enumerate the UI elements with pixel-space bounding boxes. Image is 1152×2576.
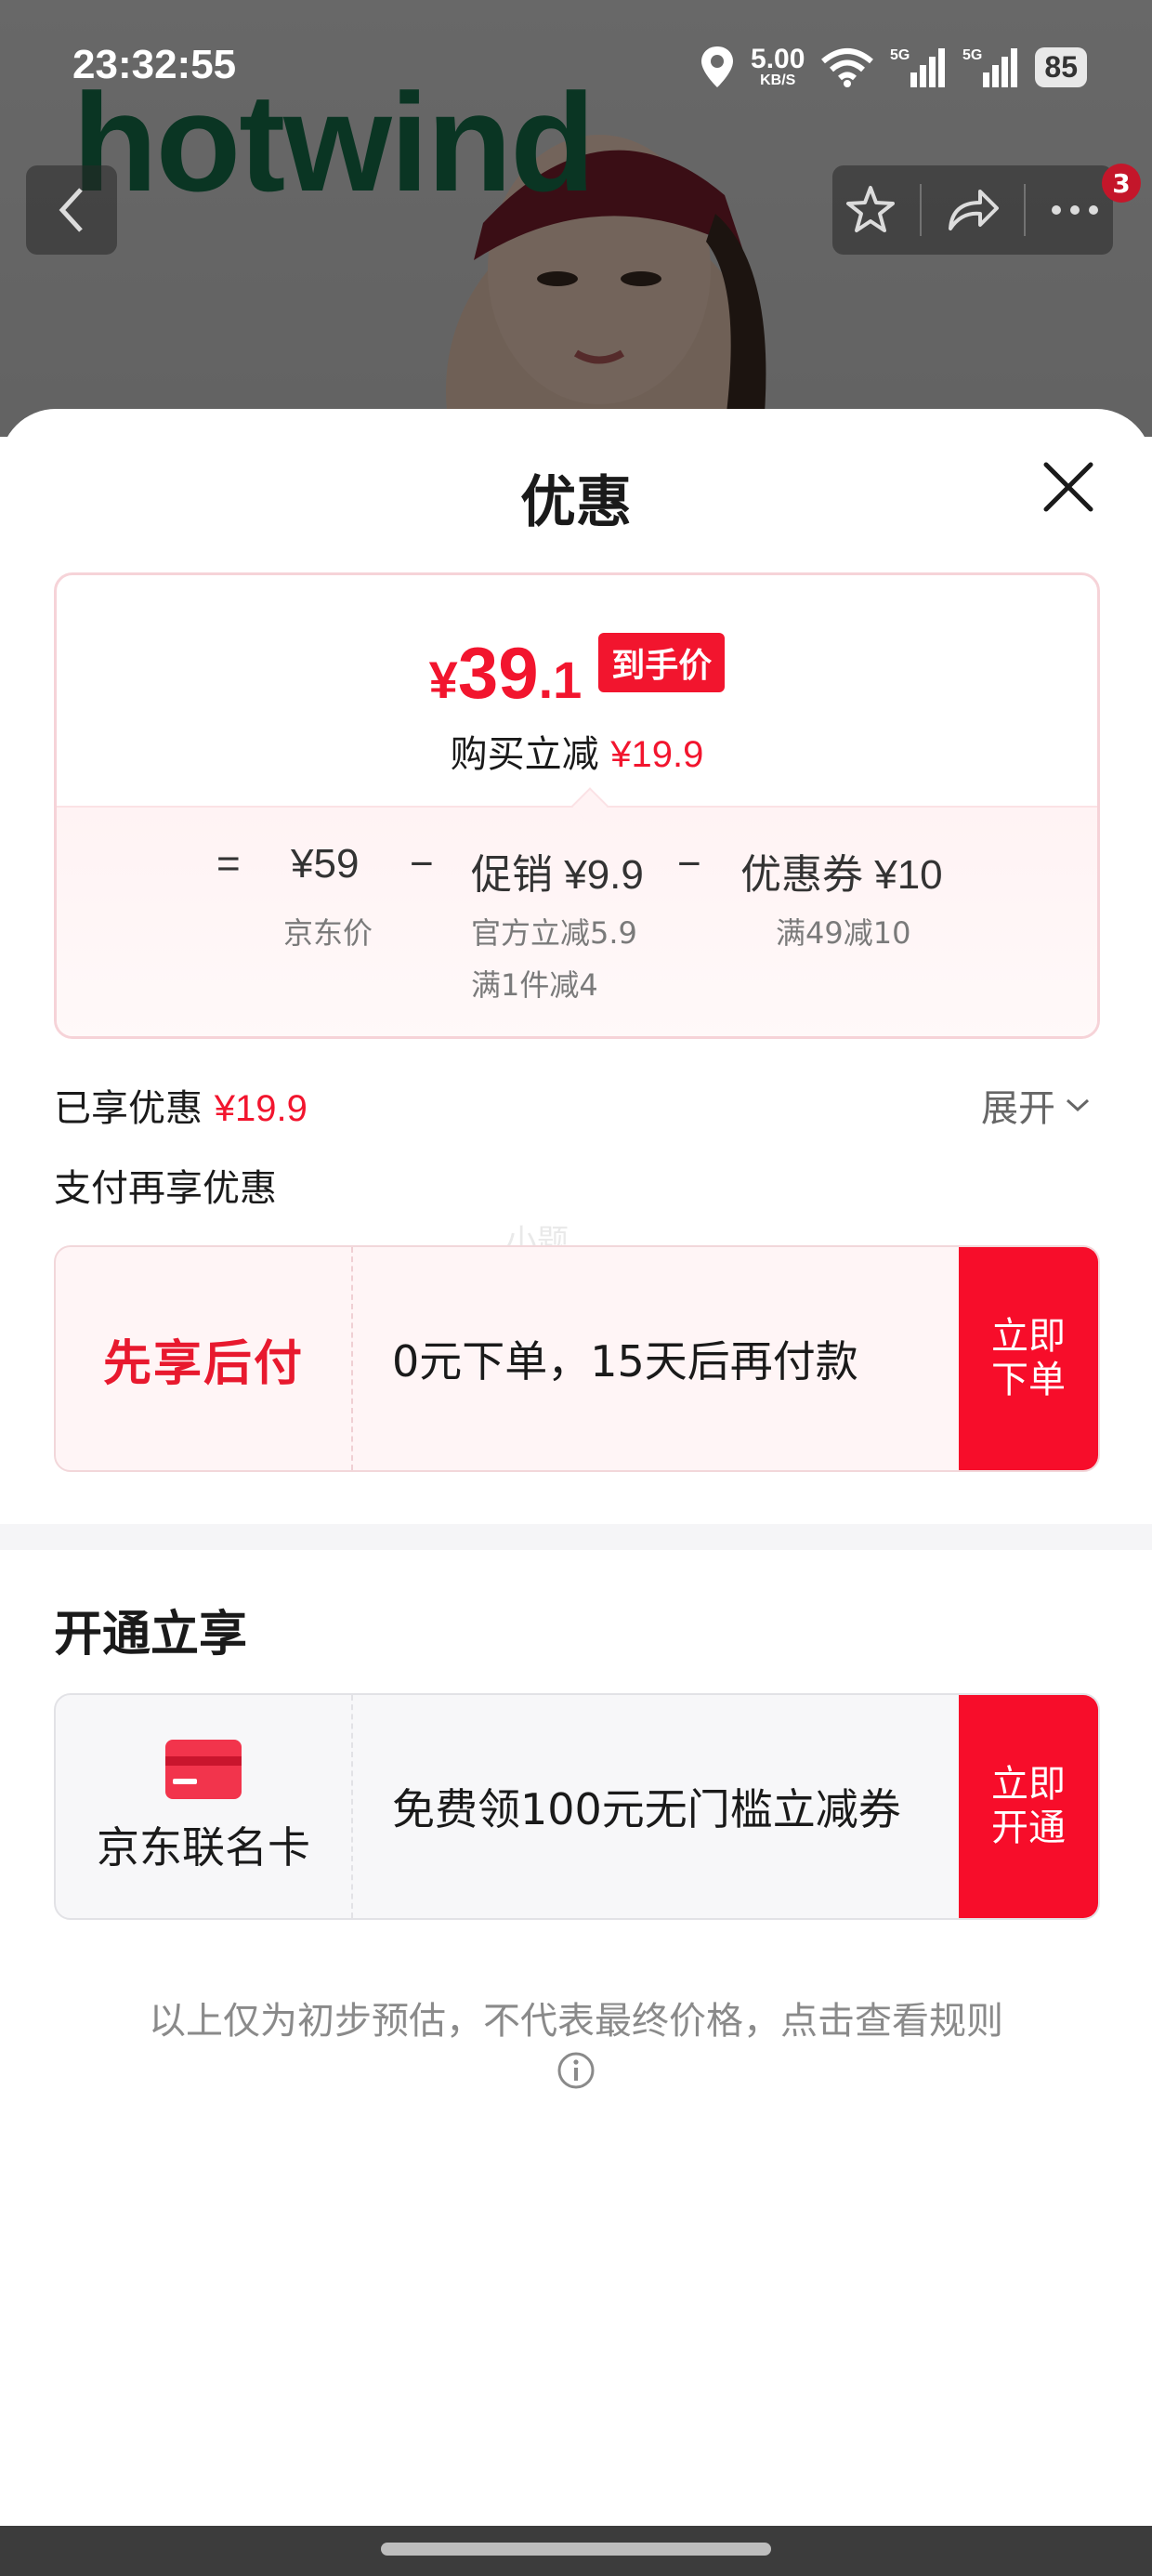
pay-later-brand-area: 先享后付 [56,1247,353,1470]
page: hotwind 23:32:55 5.00 KB/S 5G [0,0,1152,2576]
wifi-icon [821,48,874,87]
price-formula: = ¥59 京东价 − 促销 ¥9.9 官方立减5.9 满1件减4 − 优惠券 … [57,808,1097,1036]
action-separator [1023,184,1026,236]
pay-later-description: 0元下单，15天后再付款 [392,1336,858,1387]
discount-sheet: 优惠 ¥39.1 到手价 购买立减 ¥19.9 = ¥59 京东价 − 促销 ¥… [0,409,1152,2576]
enjoyed-label: 已享优惠 [54,1087,203,1130]
pay-more-heading: 支付再享优惠 [54,1167,277,1210]
order-now-line-2: 下单 [991,1359,1066,1401]
top-action-bar [832,165,1113,255]
savings-amount: ¥19.9 [610,734,704,775]
system-navigation-bar [0,2526,1152,2576]
more-icon[interactable] [1047,201,1103,219]
final-price-tag: 到手价 [598,633,726,692]
expand-toggle[interactable]: 展开 [981,1078,1091,1132]
status-icons: 5.00 KB/S 5G 5G 85 [699,41,1087,93]
price-breakdown-card: ¥39.1 到手价 购买立减 ¥19.9 = ¥59 京东价 − 促销 ¥9.9… [54,572,1100,1039]
svg-text:5G: 5G [890,47,910,63]
close-icon[interactable] [1039,457,1098,517]
pay-later-offer[interactable]: 先享后付 0元下单，15天后再付款 立即 下单 [54,1245,1100,1472]
card-name: 京东联名卡 [97,1822,310,1873]
network-speed-value: 5.00 [751,44,805,74]
price-disclaimer[interactable]: 以上仅为初步预估，不代表最终价格，点击查看规则 [0,1994,1152,2106]
final-price: ¥39.1 [429,637,583,709]
formula-minus-2: − [677,841,701,887]
credit-card-icon [165,1740,242,1799]
status-time: 23:32:55 [72,42,237,87]
section-divider [0,1524,1152,1550]
open-card-line-1: 立即 [991,1762,1066,1806]
open-benefits-title: 开通立享 [54,1607,248,1663]
final-price-row: ¥39.1 到手价 [57,633,1097,709]
network-speed: 5.00 KB/S [751,46,805,88]
card-brand-area: 京东联名卡 [56,1695,353,1918]
formula-equals: = [216,841,241,887]
signal-5g-icon-1: 5G [890,47,946,87]
final-price-currency: ¥ [428,651,458,709]
card-offer-description: 免费领100元无门槛立减券 [392,1784,901,1834]
open-card-line-2: 开通 [991,1807,1066,1849]
co-branded-card-offer[interactable]: 京东联名卡 免费领100元无门槛立减券 立即 开通 [54,1693,1100,1920]
formula-promo-detail-1: 官方立减5.9 [471,915,637,951]
enjoyed-amount: ¥19.9 [214,1088,308,1129]
formula-coupon: 优惠券 ¥10 [740,852,943,898]
svg-text:5G: 5G [962,47,982,63]
savings-label: 购买立减 [450,733,599,776]
final-price-decimal: .1 [538,651,583,709]
enjoyed-discount: 已享优惠 ¥19.9 [54,1078,308,1132]
network-speed-unit: KB/S [760,72,796,88]
formula-promo-detail-2: 满1件减4 [471,967,598,1003]
expand-label: 展开 [981,1087,1055,1130]
final-price-integer: 39 [457,632,539,714]
info-icon[interactable] [556,2050,596,2091]
share-icon[interactable] [943,184,1002,236]
order-now-button[interactable]: 立即 下单 [959,1247,1098,1470]
pay-later-brand: 先享后付 [102,1335,304,1392]
price-formula-section: = ¥59 京东价 − 促销 ¥9.9 官方立减5.9 满1件减4 − 优惠券 … [57,806,1097,1036]
home-indicator[interactable] [381,2543,771,2556]
order-now-line-1: 立即 [991,1314,1066,1358]
open-card-button[interactable]: 立即 开通 [959,1695,1098,1918]
purchase-savings: 购买立减 ¥19.9 [57,724,1097,778]
formula-base-price: ¥59 [291,841,360,887]
formula-coupon-detail: 满49减10 [776,915,911,951]
chevron-left-icon [59,188,83,232]
location-icon [701,46,734,87]
formula-base-label: 京东价 [283,915,373,951]
disclaimer-text: 以上仅为初步预估，不代表最终价格，点击查看规则 [149,2000,1003,2043]
back-button[interactable] [26,165,117,255]
status-bar: 23:32:55 5.00 KB/S 5G 5G 85 [0,0,1152,139]
signal-5g-icon-2: 5G [962,47,1018,87]
final-price-section: ¥39.1 到手价 购买立减 ¥19.9 [57,575,1097,806]
action-separator [920,184,923,236]
formula-minus-1: − [410,841,434,887]
star-icon[interactable] [843,182,898,238]
battery-indicator: 85 [1035,46,1087,87]
chevron-down-icon [1066,1098,1090,1112]
notification-badge: 3 [1102,164,1141,203]
formula-promo: 促销 ¥9.9 [471,852,644,898]
sheet-title: 优惠 [520,470,632,535]
